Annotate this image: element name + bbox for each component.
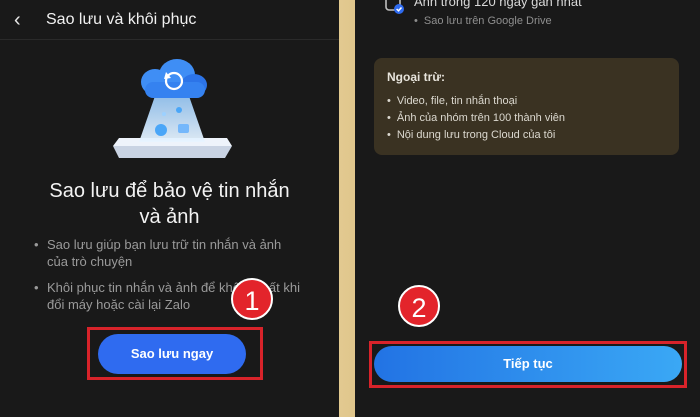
chevron-left-icon[interactable]: ‹ (14, 9, 34, 31)
list-item: • Sao lưu giúp bạn lưu trữ tin nhắn và ả… (34, 237, 282, 269)
highlight-box-step-1 (87, 327, 263, 380)
exceptions-title: Ngoại trừ: (387, 70, 446, 84)
step-badge-2: 2 (398, 285, 440, 327)
checkbox-checked-icon (385, 0, 404, 14)
list-item: • Ảnh của nhóm trên 100 thành viên (387, 112, 566, 124)
exceptions-list: • Video, file, tin nhắn thoại • Ảnh của nh… (387, 93, 565, 144)
backup-option-photos: Ảnh trong 120 ngày gần nhất (414, 0, 582, 9)
cloud-restore-icon (113, 59, 232, 158)
list-item: • Video, file, tin nhắn thoại (387, 95, 518, 107)
page-title: Sao lưu và khôi phục (46, 11, 197, 28)
app-header: ‹ Sao lưu và khôi phục (0, 0, 339, 40)
highlight-box-step-2 (369, 341, 687, 388)
backup-location: • Sao lưu trên Google Drive (414, 15, 552, 27)
exceptions-box: Ngoại trừ: • Video, file, tin nhắn thoại … (374, 58, 679, 155)
step-badge-1: 1 (231, 278, 273, 320)
list-item: • Nội dung lưu trong Cloud của tôi (387, 129, 556, 141)
headline: Sao lưu để bảo vệ tin nhắn và ảnh (49, 180, 290, 228)
